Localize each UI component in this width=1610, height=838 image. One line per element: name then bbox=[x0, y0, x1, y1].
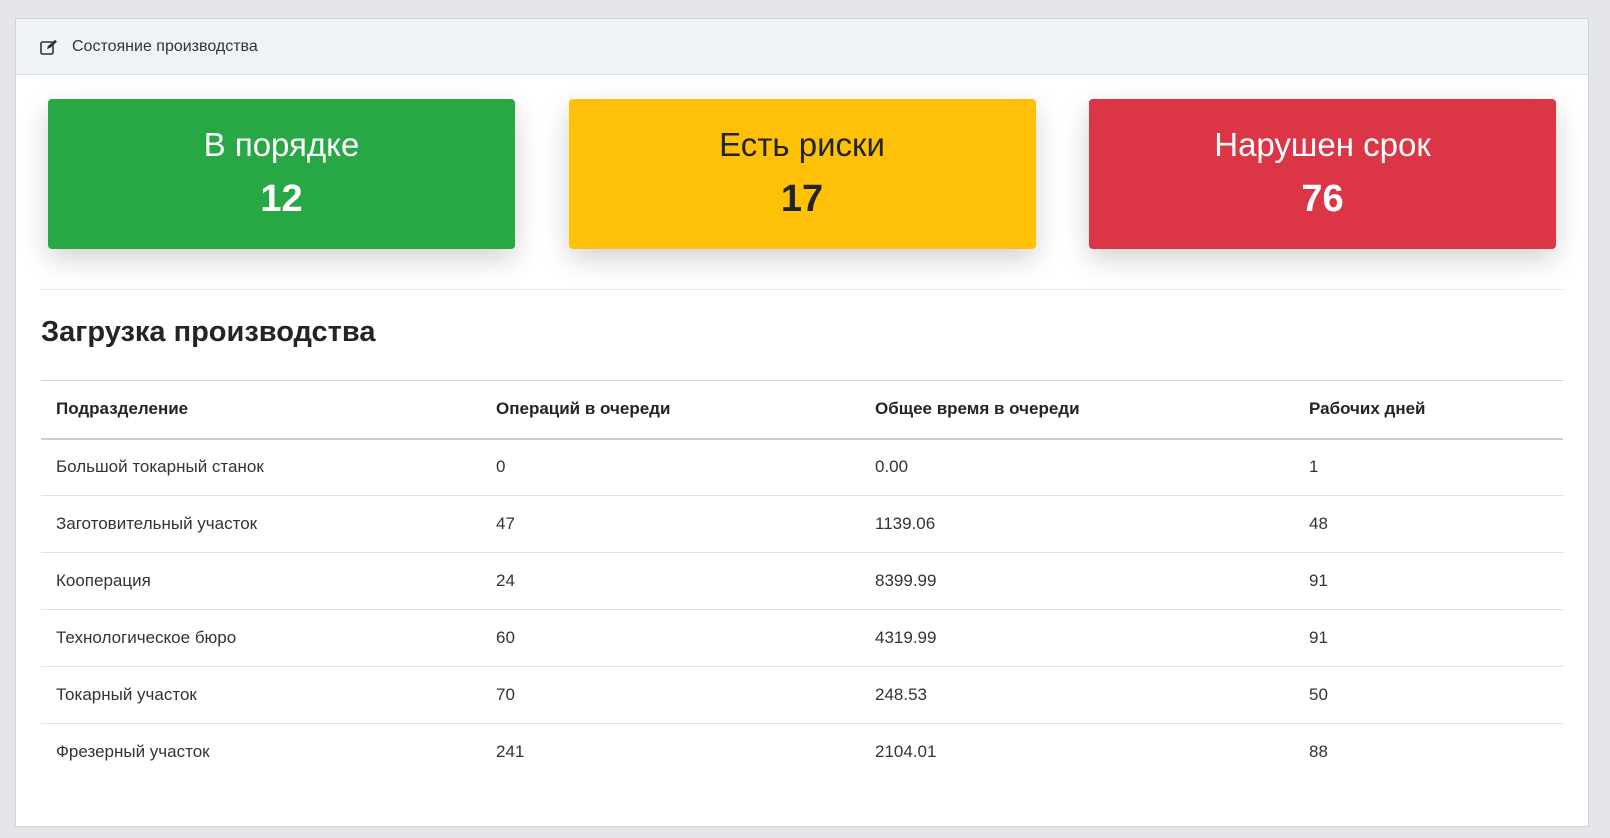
cell-total-time: 4319.99 bbox=[860, 609, 1294, 667]
cell-department: Фрезерный участок bbox=[56, 742, 210, 762]
cell-department: Заготовительный участок bbox=[41, 495, 481, 553]
status-card-ok[interactable]: В порядке 12 bbox=[48, 99, 515, 249]
status-card-count: 12 bbox=[260, 178, 303, 220]
cell-operations: 241 bbox=[496, 742, 525, 762]
cell-working-days: 88 bbox=[1309, 742, 1328, 762]
production-load-table: Подразделение Операций в очереди Общее в… bbox=[41, 380, 1563, 781]
cell-total-time: 2104.01 bbox=[875, 742, 937, 762]
edit-icon bbox=[40, 38, 58, 56]
cell-department: Технологическое бюро bbox=[41, 609, 481, 667]
cell-department: Большой токарный станок bbox=[41, 438, 481, 496]
panel-title: Состояние производства bbox=[72, 37, 258, 55]
status-card-overdue[interactable]: Нарушен срок 76 bbox=[1089, 99, 1556, 249]
cell-working-days: 1 bbox=[1294, 438, 1563, 496]
production-status-panel: Состояние производства В порядке 12 Есть… bbox=[15, 18, 1589, 827]
cell-working-days: 50 bbox=[1294, 666, 1563, 724]
table-row: Токарный участок 70 248.53 50 bbox=[41, 666, 1563, 724]
status-card-risk[interactable]: Есть риски 17 bbox=[568, 99, 1036, 249]
status-card-count: 76 bbox=[1301, 178, 1344, 220]
table-row: Заготовительный участок 47 1139.06 48 bbox=[41, 495, 1563, 553]
cell-operations: 70 bbox=[481, 666, 860, 724]
cell-total-time: 0.00 bbox=[860, 438, 1294, 496]
column-header-department: Подразделение bbox=[41, 380, 481, 440]
cell-working-days: 91 bbox=[1294, 552, 1563, 610]
section-title: Загрузка производства bbox=[41, 316, 376, 348]
table-row: Кооперация 24 8399.99 91 bbox=[41, 552, 1563, 610]
cell-operations: 24 bbox=[481, 552, 860, 610]
column-header-operations: Операций в очереди bbox=[481, 380, 860, 440]
cell-operations: 60 bbox=[481, 609, 860, 667]
cell-department: Кооперация bbox=[41, 552, 481, 610]
status-cards: В порядке 12 Есть риски 17 Нарушен срок … bbox=[16, 75, 1588, 249]
status-card-label: Нарушен срок bbox=[1214, 126, 1431, 163]
cell-department: Токарный участок bbox=[41, 666, 481, 724]
status-card-label: Есть риски bbox=[719, 126, 885, 163]
table-row: Фрезерный участок 241 2104.01 88 bbox=[41, 724, 1563, 781]
table-row: Большой токарный станок 0 0.00 1 bbox=[41, 438, 1563, 496]
cell-working-days: 91 bbox=[1294, 609, 1563, 667]
table-header-row: Подразделение Операций в очереди Общее в… bbox=[41, 380, 1563, 440]
cell-total-time: 1139.06 bbox=[860, 495, 1294, 553]
cell-operations: 0 bbox=[481, 438, 860, 496]
cell-operations: 47 bbox=[481, 495, 860, 553]
section-divider bbox=[41, 289, 1564, 290]
column-header-working-days: Рабочих дней bbox=[1294, 380, 1563, 440]
status-card-count: 17 bbox=[780, 178, 824, 220]
cell-total-time: 248.53 bbox=[860, 666, 1294, 724]
status-card-label: В порядке bbox=[203, 126, 360, 163]
table-row: Технологическое бюро 60 4319.99 91 bbox=[41, 609, 1563, 667]
column-header-total-time: Общее время в очереди bbox=[860, 380, 1294, 440]
cell-working-days: 48 bbox=[1294, 495, 1563, 553]
panel-header: Состояние производства bbox=[16, 19, 1588, 75]
cell-total-time: 8399.99 bbox=[860, 552, 1294, 610]
